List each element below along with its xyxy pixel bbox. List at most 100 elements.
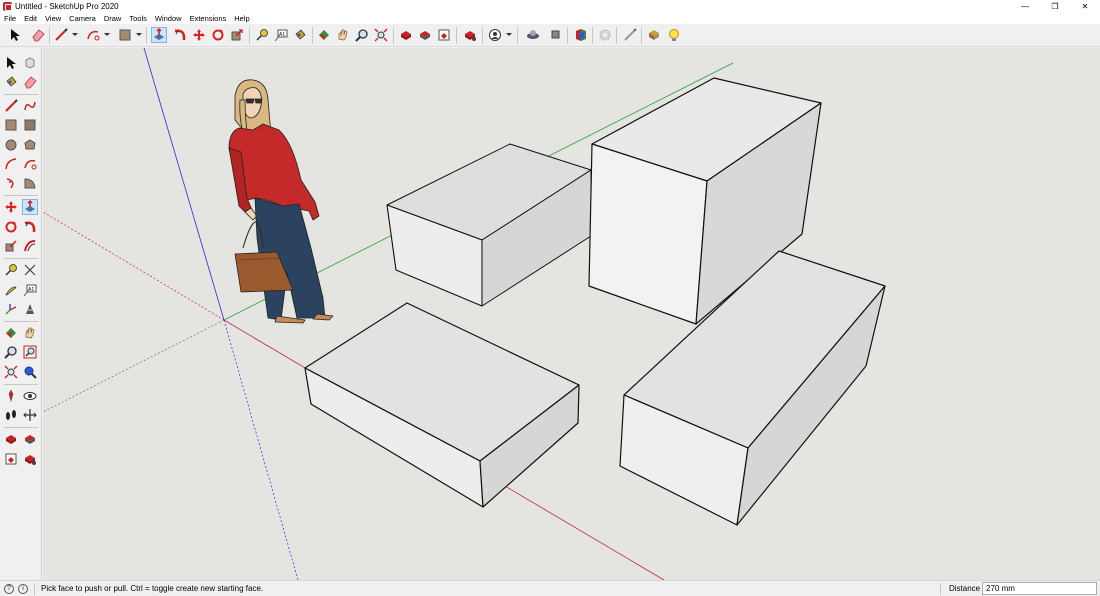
search-icon[interactable] [22, 364, 38, 380]
pie-icon[interactable] [22, 175, 38, 191]
info-icon[interactable]: i [18, 583, 28, 594]
zoom-extents-icon[interactable] [373, 27, 389, 43]
3d-text-icon[interactable] [22, 301, 38, 317]
layout-icon[interactable] [436, 27, 452, 43]
polygon-icon[interactable] [22, 137, 38, 153]
settings-icon[interactable] [597, 27, 613, 43]
sandbox-icon[interactable] [525, 27, 541, 43]
send-to-layout-icon[interactable] [3, 451, 19, 467]
rotate-icon[interactable] [3, 219, 19, 235]
extension-manager-icon[interactable] [462, 27, 478, 43]
eraser-icon[interactable] [30, 27, 46, 43]
section-plane-icon[interactable] [646, 27, 662, 43]
text-icon[interactable]: A1 [22, 282, 38, 298]
pencil-line-icon[interactable] [53, 27, 69, 43]
tag-icon[interactable] [622, 27, 638, 43]
blue-axis [143, 48, 225, 321]
scale-figure-person[interactable] [228, 79, 334, 324]
freehand-icon[interactable] [22, 98, 38, 114]
rotate-icon[interactable] [210, 27, 226, 43]
status-hint: Pick face to push or pull. Ctrl = toggle… [41, 584, 264, 593]
menu-extensions[interactable]: Extensions [186, 13, 231, 24]
user-dropdown-arrow[interactable] [506, 33, 512, 36]
extension-warehouse-icon[interactable] [417, 27, 433, 43]
push-pull-icon[interactable] [22, 199, 38, 215]
arc-icon[interactable] [3, 156, 19, 172]
circle-icon[interactable] [3, 137, 19, 153]
menu-view[interactable]: View [41, 13, 65, 24]
arc-icon[interactable] [85, 27, 101, 43]
pan-icon[interactable] [335, 27, 351, 43]
lightbulb-icon[interactable] [666, 27, 682, 43]
zoom-icon[interactable] [354, 27, 370, 43]
restore-button[interactable]: ❐ [1040, 0, 1070, 13]
minimize-button[interactable]: — [1010, 0, 1040, 13]
zoom-icon[interactable] [3, 344, 19, 360]
extension-manager-icon[interactable] [22, 451, 38, 467]
push-pull-icon[interactable] [151, 27, 167, 43]
text-icon[interactable]: A1 [273, 27, 289, 43]
select-arrow-icon[interactable] [7, 27, 23, 43]
follow-me-icon[interactable] [172, 27, 188, 43]
zoom-window-icon[interactable] [22, 344, 38, 360]
three-point-arc-icon[interactable] [3, 175, 19, 191]
model-viewport[interactable] [43, 48, 1100, 580]
look-around-icon[interactable] [22, 388, 38, 404]
warehouse-icon[interactable] [398, 27, 414, 43]
rectangle-dropdown-arrow[interactable] [136, 33, 142, 36]
rectangle-icon[interactable] [117, 27, 133, 43]
rectangle-icon[interactable] [3, 117, 19, 133]
offset-icon[interactable] [22, 238, 38, 254]
warehouse-icon[interactable] [3, 431, 19, 447]
paint-bucket-icon[interactable] [3, 74, 19, 90]
component-icon[interactable] [22, 55, 38, 71]
protractor-icon[interactable] [3, 282, 19, 298]
move-icon[interactable] [3, 199, 19, 215]
two-point-arc-icon[interactable] [22, 156, 38, 172]
orbit-icon[interactable] [3, 325, 19, 341]
position-camera-icon[interactable] [3, 388, 19, 404]
palette-separator [4, 321, 38, 322]
scene-canvas[interactable] [43, 48, 1100, 580]
arc-dropdown-arrow[interactable] [104, 33, 110, 36]
section-plane-icon[interactable] [22, 407, 38, 423]
menu-file[interactable]: File [0, 13, 20, 24]
toolbar-separator [49, 27, 50, 44]
svg-text:A1: A1 [279, 32, 285, 38]
dimension-icon[interactable] [22, 262, 38, 278]
close-button[interactable]: ✕ [1070, 0, 1100, 13]
menu-draw[interactable]: Draw [100, 13, 126, 24]
zoom-extents-icon[interactable] [3, 364, 19, 380]
pencil-line-icon[interactable] [3, 98, 19, 114]
help-icon[interactable]: ? [4, 583, 14, 594]
menu-camera[interactable]: Camera [65, 13, 100, 24]
styles-icon[interactable] [573, 27, 589, 43]
box-front-left[interactable] [304, 302, 580, 508]
menu-help[interactable]: Help [230, 13, 253, 24]
pan-icon[interactable] [22, 325, 38, 341]
menu-edit[interactable]: Edit [20, 13, 41, 24]
tape-measure-icon[interactable] [3, 262, 19, 278]
components-icon[interactable] [548, 27, 564, 43]
toolbar-separator [393, 27, 394, 44]
extension-warehouse-icon[interactable] [22, 431, 38, 447]
offset-icon[interactable] [229, 27, 245, 43]
walk-icon[interactable] [3, 407, 19, 423]
scale-icon[interactable] [3, 238, 19, 254]
paint-bucket-icon[interactable] [292, 27, 308, 43]
eraser-icon[interactable] [22, 74, 38, 90]
toolbar-separator [592, 27, 593, 44]
user-icon[interactable] [487, 27, 503, 43]
select-arrow-icon[interactable] [3, 55, 19, 71]
orbit-icon[interactable] [316, 27, 332, 43]
rotated-rectangle-icon[interactable] [22, 117, 38, 133]
tape-measure-icon[interactable] [254, 27, 270, 43]
measurements-field[interactable]: 270 mm [982, 582, 1097, 595]
axes-icon[interactable] [3, 301, 19, 317]
move-icon[interactable] [191, 27, 207, 43]
box-back-left[interactable] [386, 143, 592, 307]
pencil-dropdown-arrow[interactable] [72, 33, 78, 36]
menu-tools[interactable]: Tools [125, 13, 151, 24]
menu-window[interactable]: Window [151, 13, 186, 24]
follow-me-icon[interactable] [22, 219, 38, 235]
